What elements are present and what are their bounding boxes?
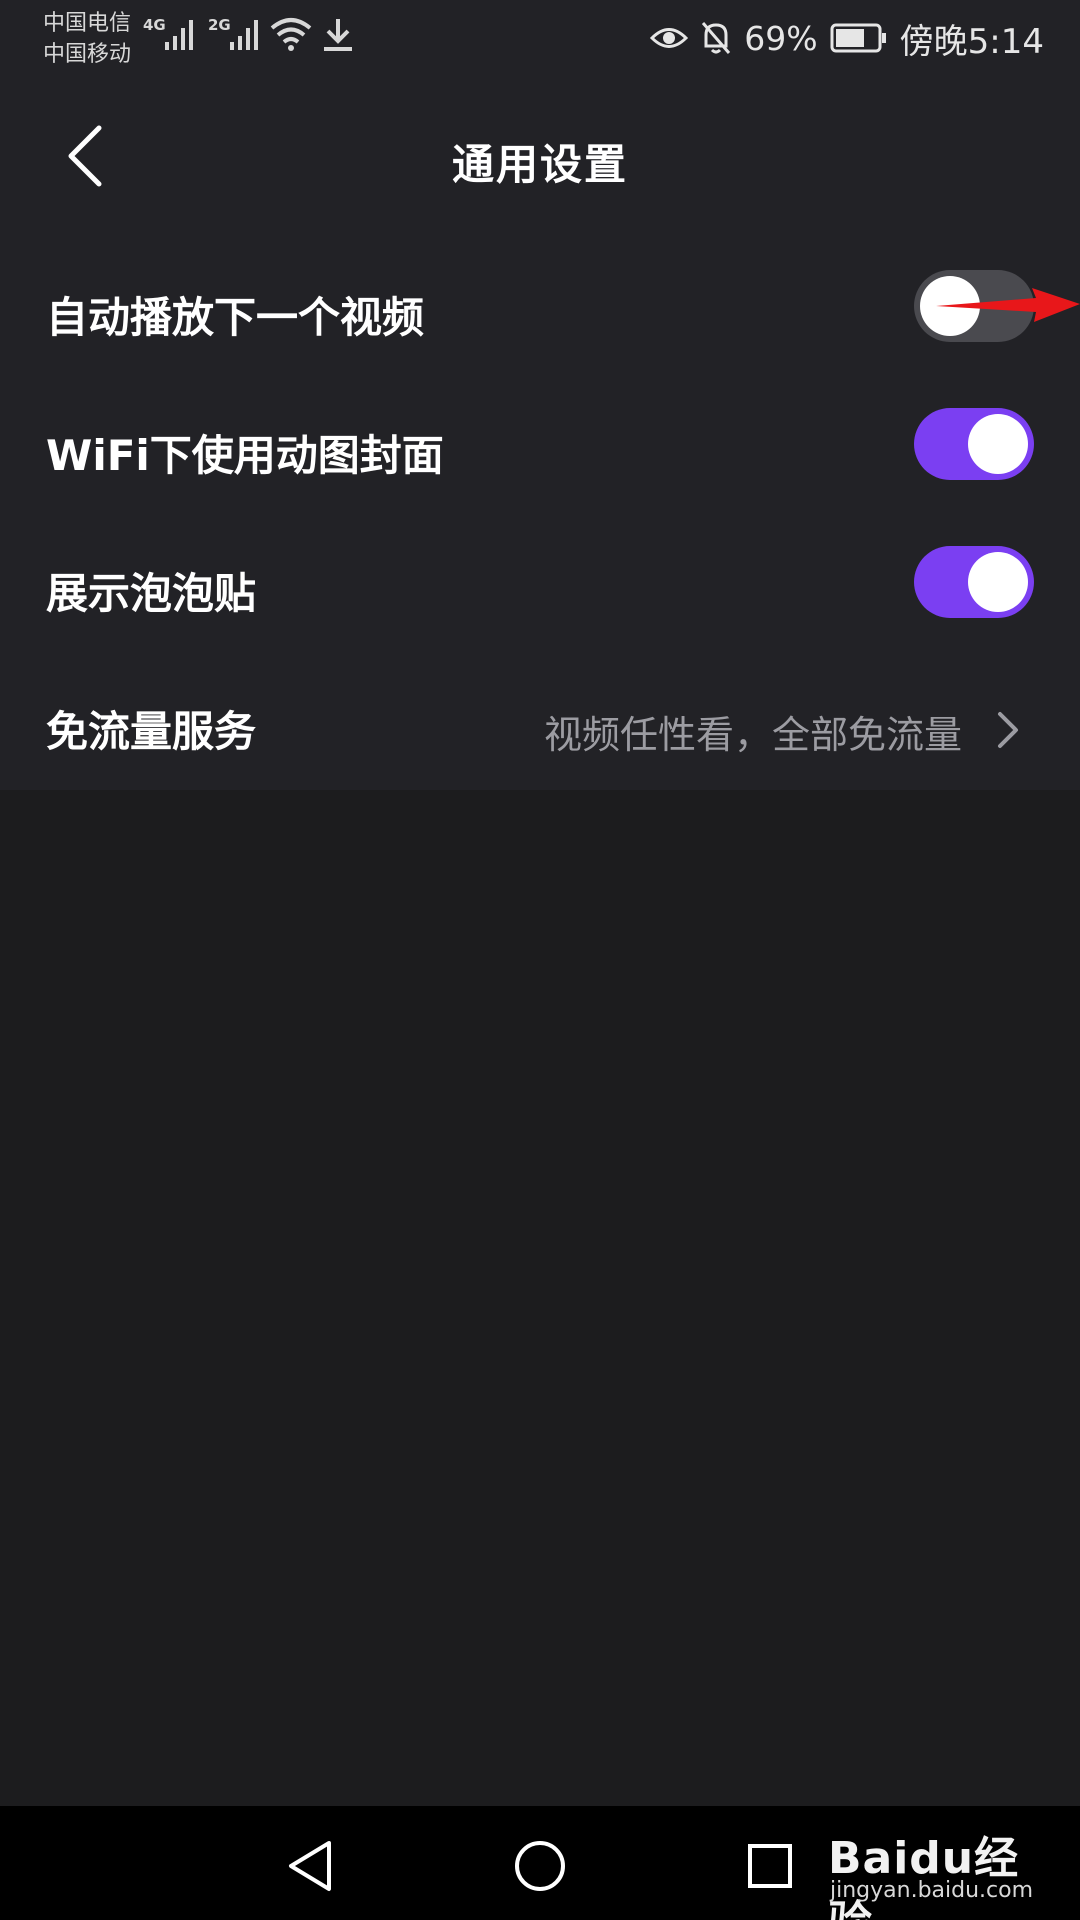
carrier-1: 中国电信 xyxy=(43,11,132,36)
signal-bars-icon xyxy=(230,20,258,50)
carrier-labels: 中国电信 中国移动 xyxy=(43,8,131,70)
setting-value: 视频任性看，全部免流量 xyxy=(543,713,962,757)
square-recents-icon xyxy=(748,1844,792,1888)
screen: 中国电信 中国移动 4G 2G 69% 傍晚5:14 通用设置 自动播放下一个视… xyxy=(0,0,1080,1920)
signal-bars-icon xyxy=(165,20,193,50)
setting-row-bubble-stickers: 展示泡泡贴 xyxy=(0,524,1080,662)
wifi-gif-cover-toggle[interactable] xyxy=(914,408,1034,480)
settings-list: 自动播放下一个视频 WiFi下使用动图封面 展示泡泡贴 免流量服务 视频任性看，… xyxy=(0,248,1080,800)
setting-label: 免流量服务 xyxy=(46,707,257,756)
setting-row-wifi-gif-cover: WiFi下使用动图封面 xyxy=(0,386,1080,524)
wifi-icon xyxy=(270,18,312,51)
toggle-knob xyxy=(968,414,1028,474)
download-icon xyxy=(324,19,352,51)
annotation-arrow-icon xyxy=(936,288,1080,322)
bubble-stickers-toggle[interactable] xyxy=(914,546,1034,618)
header: 通用设置 xyxy=(0,95,1080,215)
baidu-jingyan-watermark: Baidu经验 jingyan.baidu.com xyxy=(828,1818,1058,1920)
setting-label: 展示泡泡贴 xyxy=(46,569,257,618)
chevron-right-icon xyxy=(998,712,1018,748)
bell-muted-icon xyxy=(702,22,731,54)
status-bar: 中国电信 中国移动 4G 2G 69% 傍晚5:14 xyxy=(0,0,1080,78)
navigation-bar: Baidu经验 jingyan.baidu.com xyxy=(0,1806,1080,1920)
triangle-back-icon xyxy=(289,1841,331,1891)
setting-label: WiFi下使用动图封面 xyxy=(46,431,444,480)
eye-icon xyxy=(650,28,689,48)
battery-icon xyxy=(830,23,886,53)
setting-row-autoplay: 自动播放下一个视频 xyxy=(0,248,1080,386)
status-right: 69% 傍晚5:14 xyxy=(650,14,1044,62)
watermark-logo: Baidu经验 xyxy=(828,1833,1020,1920)
clock: 傍晚5:14 xyxy=(899,21,1044,62)
watermark-url: jingyan.baidu.com xyxy=(830,1878,1034,1903)
page-title: 通用设置 xyxy=(451,140,628,189)
battery-percent: 69% xyxy=(744,18,818,58)
carrier-2: 中国移动 xyxy=(43,42,132,67)
toggle-knob xyxy=(968,552,1028,612)
nav-recents-button[interactable] xyxy=(738,1834,802,1898)
circle-home-icon xyxy=(515,1841,565,1891)
setting-label: 自动播放下一个视频 xyxy=(46,293,425,342)
setting-row-free-data[interactable]: 免流量服务 视频任性看，全部免流量 xyxy=(0,662,1080,800)
nav-home-button[interactable] xyxy=(508,1834,572,1898)
nav-back-button[interactable] xyxy=(278,1834,342,1898)
